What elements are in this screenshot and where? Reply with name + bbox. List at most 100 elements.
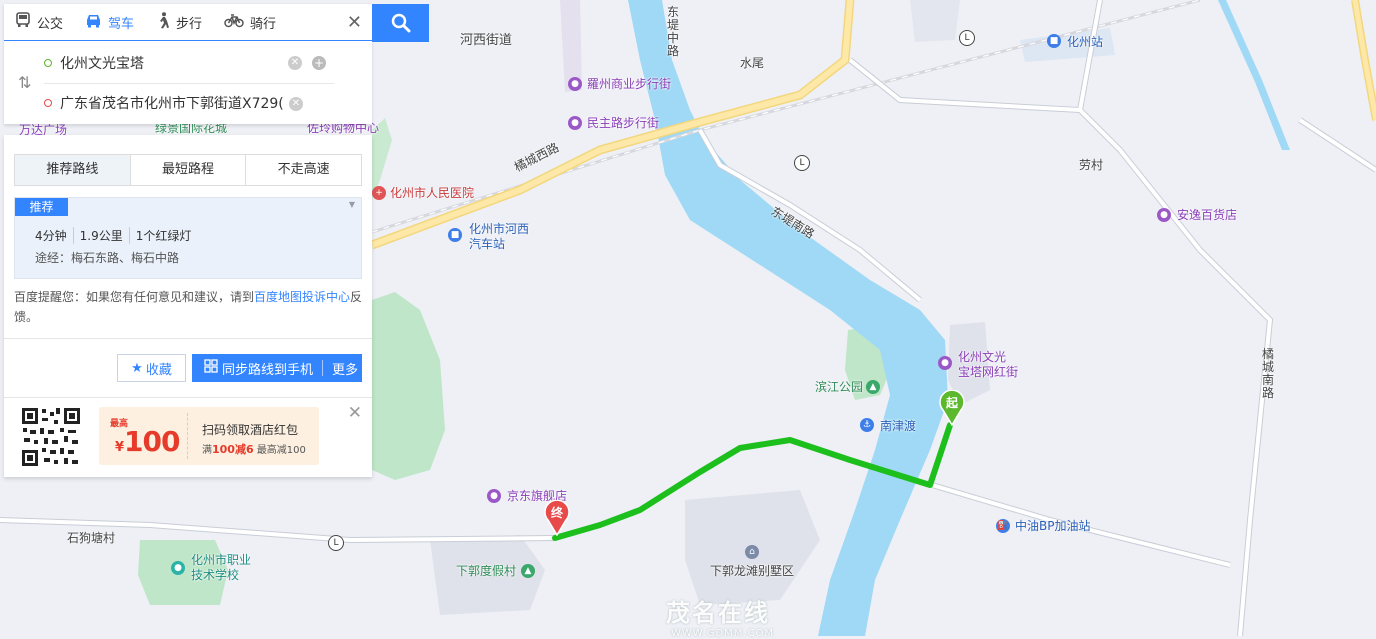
- mode-walk[interactable]: 步行: [145, 4, 213, 40]
- park-icon[interactable]: ▲: [866, 380, 880, 394]
- label-xiaguo-villa[interactable]: 下郭龙滩别墅区: [710, 564, 794, 578]
- label-laocun: 劳村: [1079, 158, 1104, 172]
- shopping-icon[interactable]: ●: [568, 77, 582, 91]
- mode-bus[interactable]: 公交: [4, 4, 74, 40]
- mode-bike-label: 骑行: [250, 16, 277, 32]
- tip-prefix: 百度提醒您：如果您有任何意见和建议，请到: [14, 290, 255, 304]
- start-input-value[interactable]: 化州文光宝塔: [60, 53, 285, 73]
- transport-mode-bar: 公交 驾车 步行 骑行 ✕: [4, 4, 372, 40]
- bus-icon: [15, 12, 31, 32]
- mode-car[interactable]: 驾车: [74, 4, 145, 40]
- promo-amount: 100: [124, 425, 180, 458]
- feedback-tip: 百度提醒您：如果您有任何意见和建议，请到百度地图投诉中心反馈。: [14, 287, 364, 327]
- search-button[interactable]: [372, 4, 429, 42]
- label-luozhou-walk[interactable]: 羅州商业步行街: [587, 77, 671, 91]
- watermark-en: WWW.GDMM.COM: [671, 628, 775, 639]
- route-card[interactable]: 推荐 ▼ 4分钟 1.9公里 1个红绿灯 途经：梅石东路、梅石中路: [14, 197, 362, 279]
- car-icon: [85, 12, 102, 32]
- label-hexi-street: 河西街道: [460, 33, 513, 48]
- complaint-center-link[interactable]: 百度地图投诉中心: [254, 290, 350, 304]
- end-dot-icon: [44, 99, 52, 107]
- railway-crossing-icon: L: [959, 30, 975, 46]
- promo-title: 扫码领取酒店红包: [202, 423, 299, 437]
- mode-bus-label: 公交: [37, 16, 64, 32]
- swap-icon[interactable]: ⇅: [18, 73, 31, 92]
- residential-icon[interactable]: ⌂: [745, 545, 759, 559]
- shopping-icon[interactable]: ●: [487, 489, 501, 503]
- start-marker-label: 起: [945, 396, 958, 410]
- shopping-icon[interactable]: ●: [1157, 208, 1171, 222]
- tab-recommended[interactable]: 推荐路线: [15, 155, 130, 185]
- more-button[interactable]: 更多: [332, 359, 358, 378]
- route-result-panel: 推荐路线 最短路程 不走高速 推荐 ▼ 4分钟 1.9公里 1个红绿灯 途经：梅…: [4, 135, 372, 477]
- railway-crossing-icon: L: [328, 535, 344, 551]
- add-waypoint-icon[interactable]: +: [312, 56, 326, 70]
- collapse-arrow-icon[interactable]: ▼: [349, 200, 355, 209]
- label-huazhou-station[interactable]: 化州站: [1067, 35, 1103, 49]
- mode-walk-label: 步行: [176, 16, 203, 32]
- label-wenguang-2[interactable]: 宝塔网红街: [958, 365, 1018, 379]
- bike-icon: [224, 12, 244, 32]
- clear-end-icon[interactable]: ✕: [289, 97, 303, 111]
- label-vocational-2[interactable]: 技术学校: [191, 568, 239, 582]
- route-stats: 4分钟 1.9公里 1个红绿灯: [35, 227, 197, 244]
- recommended-badge: 推荐: [15, 198, 68, 216]
- label-anyi-store[interactable]: 安逸百货店: [1177, 208, 1237, 222]
- watermark: 茂名在线 WWW.GDMM.COM: [596, 593, 774, 639]
- label-xiaguo-resort[interactable]: 下郭度假村: [456, 564, 516, 578]
- label-hexi-bus-1[interactable]: 化州市河西: [469, 222, 529, 236]
- park-icon[interactable]: ▲: [521, 564, 535, 578]
- route-time: 4分钟: [35, 229, 67, 243]
- label-shigoutang: 石狗塘村: [67, 531, 116, 545]
- route-distance: 1.9公里: [72, 227, 129, 244]
- route-via: 途经：梅石东路、梅石中路: [35, 251, 180, 265]
- train-station-icon[interactable]: ■: [1047, 34, 1061, 48]
- end-input-value[interactable]: 广东省茂名市化州市下郭街道X729(: [60, 93, 285, 113]
- route-input-box: ⇅ 化州文光宝塔 广东省茂名市化州市下郭街道X729( ✕ + ✕: [4, 40, 372, 124]
- favorite-button[interactable]: ★ 收藏: [117, 354, 186, 382]
- start-marker[interactable]: 起: [939, 389, 965, 429]
- shopping-icon[interactable]: ●: [568, 116, 582, 130]
- mode-car-label: 驾车: [108, 16, 135, 32]
- label-wenguang-1[interactable]: 化州文光: [958, 350, 1006, 364]
- label-binjiang-park[interactable]: 滨江公园: [815, 380, 863, 394]
- grid-icon: [204, 359, 218, 377]
- promo-line-highlight: 100减6: [212, 443, 254, 456]
- label-hexi-bus-2[interactable]: 汽车站: [469, 237, 505, 251]
- ferry-icon[interactable]: ⚓: [860, 418, 874, 432]
- search-icon: [391, 13, 410, 33]
- label-vocational-1[interactable]: 化州市职业: [191, 553, 251, 567]
- walk-icon: [156, 11, 170, 33]
- label-cnpc[interactable]: 中油BP加油站: [1015, 519, 1090, 533]
- tab-shortest[interactable]: 最短路程: [129, 155, 246, 185]
- label-shuiwei: 水尾: [740, 56, 765, 70]
- gas-station-icon[interactable]: ⛽: [996, 519, 1010, 533]
- bus-station-icon[interactable]: ■: [448, 228, 462, 242]
- promo-line-prefix: 满: [202, 445, 212, 456]
- shopping-icon[interactable]: ●: [938, 356, 952, 370]
- close-promo-icon[interactable]: ✕: [348, 403, 362, 423]
- qr-code: [20, 406, 82, 468]
- start-dot-icon: [44, 59, 52, 67]
- star-icon: ★: [131, 360, 143, 376]
- route-traffic-lights: 1个红绿灯: [128, 227, 198, 244]
- hospital-icon[interactable]: +: [372, 186, 386, 200]
- close-icon[interactable]: ✕: [347, 12, 362, 33]
- label-minzhu-walk[interactable]: 民主路步行街: [587, 116, 659, 130]
- label-nanjindu[interactable]: 南津渡: [880, 419, 916, 433]
- label-hospital[interactable]: 化州市人民医院: [390, 186, 474, 200]
- watermark-cn: 茂名在线: [666, 599, 770, 627]
- promo-line-suffix: 最高减100: [256, 445, 306, 456]
- sync-to-phone-button[interactable]: 同步路线到手机 更多: [192, 354, 362, 382]
- favorite-label: 收藏: [145, 362, 172, 378]
- label-dongdi-middle-road: 东堤中路: [667, 5, 680, 58]
- clear-start-icon[interactable]: ✕: [288, 56, 302, 70]
- school-icon[interactable]: ●: [171, 561, 185, 575]
- hotel-promo-banner[interactable]: 最高 ¥100 扫码领取酒店红包 满100减6 最高减100: [99, 407, 319, 465]
- label-juecheng-south-road: 橘城南路: [1262, 347, 1275, 400]
- route-tabs: 推荐路线 最短路程 不走高速: [14, 154, 362, 186]
- sync-label: 同步路线到手机: [222, 362, 314, 378]
- tab-no-highway[interactable]: 不走高速: [245, 155, 361, 185]
- end-marker[interactable]: 终: [544, 499, 570, 539]
- mode-bike[interactable]: 骑行: [213, 4, 287, 40]
